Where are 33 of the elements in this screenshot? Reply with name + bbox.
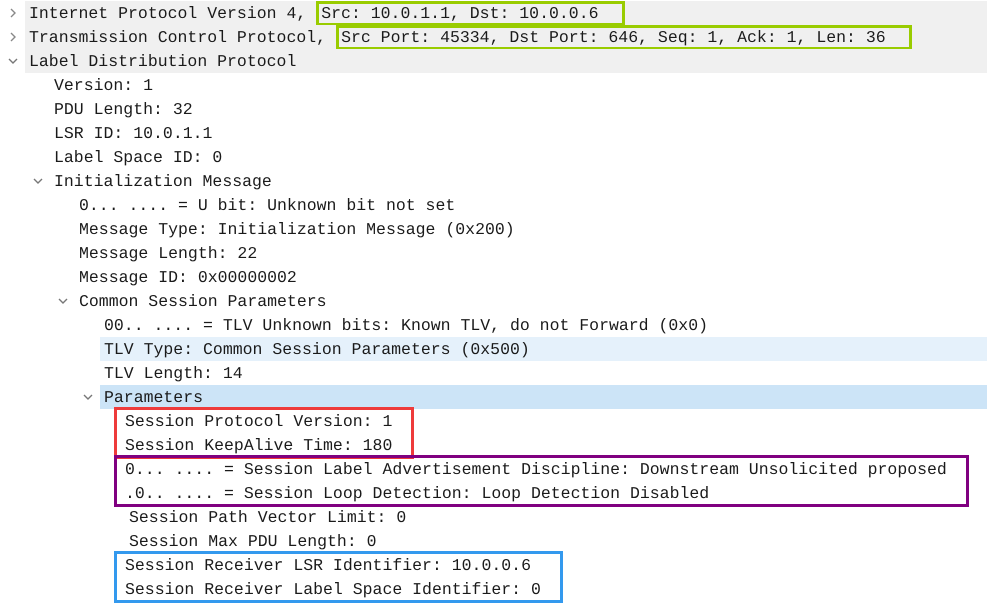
tree-item-label[interactable]: Session Receiver Label Space Identifier: 0 — [125, 580, 541, 598]
tree-item-label[interactable]: Initialization Message — [54, 172, 272, 190]
tree-item-label[interactable]: Session Path Vector Limit: 0 — [129, 508, 406, 526]
tree-item-label[interactable]: Version: 1 — [54, 76, 154, 94]
chevron-down-icon[interactable] — [32, 176, 42, 186]
chevron-down-icon[interactable] — [58, 296, 68, 306]
tree-item-label[interactable]: Internet Protocol Version 4, — [29, 4, 306, 22]
tree-item-label[interactable]: Session Receiver LSR Identifier: 10.0.0.6 — [125, 556, 531, 574]
tree-item-label[interactable]: Label Distribution Protocol — [29, 52, 296, 70]
chevron-right-icon[interactable] — [8, 32, 18, 42]
tree-item-label[interactable]: 0... .... = U bit: Unknown bit not set — [79, 196, 456, 214]
tree-item-label[interactable]: TLV Type: Common Session Parameters (0x500) — [104, 340, 530, 358]
tree-item-label[interactable]: 00.. .... = TLV Unknown bits: Known TLV, do not Forward (0x0) — [104, 316, 708, 334]
tree-item-label[interactable]: Label Space ID: 0 — [54, 148, 222, 166]
tree-item-label[interactable]: Common Session Parameters — [79, 292, 327, 310]
tree-item-label[interactable]: Session Protocol Version: 1 — [125, 412, 392, 430]
tree-item-label[interactable]: Session Max PDU Length: 0 — [129, 532, 377, 550]
tree-item-label[interactable]: LSR ID: 10.0.1.1 — [54, 124, 212, 142]
tree-item-label[interactable]: Parameters — [104, 388, 204, 406]
chevron-down-icon[interactable] — [82, 392, 92, 402]
tree-item-label[interactable]: 0... .... = Session Label Advertisement Discipline: Downstream Unsolicited proposed — [125, 460, 947, 478]
tree-item-label[interactable]: .0.. .... = Session Loop Detection: Loop Detection Disabled — [125, 484, 710, 502]
chevron-down-icon[interactable] — [8, 56, 18, 66]
highlighted-text: Src Port: 45334, Dst Port: 646, Seq: 1, Ack: 1, Len: 36 — [336, 24, 912, 50]
tree-item-label[interactable]: Message ID: 0x00000002 — [79, 268, 297, 286]
tree-item-label[interactable]: Message Length: 22 — [79, 244, 258, 262]
highlighted-text: Src: 10.0.1.1, Dst: 10.0.0.6 — [316, 0, 624, 26]
tree-item-label[interactable]: Session KeepAlive Time: 180 — [125, 436, 392, 454]
tree-item-label[interactable]: PDU Length: 32 — [54, 100, 193, 118]
chevron-right-icon[interactable] — [8, 8, 18, 18]
tree-item-label[interactable]: Transmission Control Protocol, — [29, 28, 326, 46]
tree-item-label[interactable]: TLV Length: 14 — [104, 364, 243, 382]
tree-item-label[interactable]: Message Type: Initialization Message (0x200) — [79, 220, 515, 238]
